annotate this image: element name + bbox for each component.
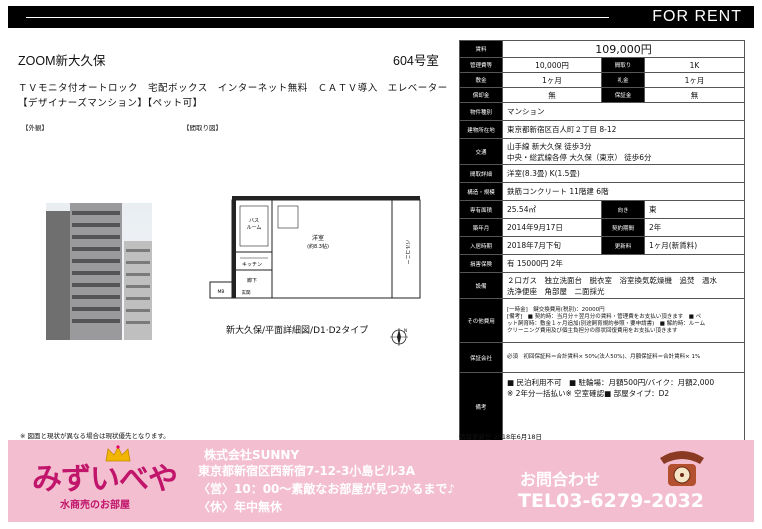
room-label-size: (約8.3帖)	[307, 243, 329, 250]
features-line-2: 【デザイナーズマンション】【ペット可】	[18, 98, 203, 109]
built-value: 2014年9月17日	[502, 218, 602, 237]
traffic-line-2: 中央・総武線各停 大久保（東京） 徒歩6分	[507, 152, 652, 162]
key-money-value: 1ヶ月	[643, 72, 746, 88]
direction-label: 向き	[601, 200, 645, 219]
address-value: 東京都新宿区百人町２丁目 8-12	[501, 120, 746, 139]
insurance-label: 損害保険	[459, 254, 503, 273]
deposit-label: 敷金	[459, 72, 503, 88]
floorplan-label: 【間取り図】	[183, 124, 222, 132]
guarantee-company-label: 保証会社	[459, 342, 503, 373]
renewal-value: 1ヶ月(新賃料)	[643, 236, 746, 255]
other-fees-label: その他費用	[459, 298, 503, 343]
movein-label: 入居時期	[459, 236, 503, 255]
room-label-mb: MB	[218, 289, 225, 295]
guarantee-company-value: 必須 初回保証料＝合計賃料× 50%(法人50%)、月額保証料＝合計賃料× 1%	[501, 342, 746, 373]
detail-label: 間取詳細	[459, 164, 503, 183]
type-value: マンション	[501, 102, 746, 121]
agency-banner: みずいべや 水商売のお部屋 株式会社SUNNY 東京都新宿区西新宿7-12-3小…	[8, 440, 754, 522]
header-bar: FOR RENT	[8, 6, 754, 28]
area-value: 25.54㎡	[502, 200, 602, 219]
other-fees-line-4: クリーニング費用及び個主負担分の原状回復費用をお支払い頂きます	[507, 327, 678, 334]
spec-table: 賃料 109,000円 管理費等 10,000円 間取り 1K 敷金 1ヶ月 礼…	[459, 40, 746, 442]
room-label-balcony: バルコニー	[404, 240, 410, 265]
amort-value: 無	[502, 87, 602, 103]
remarks-line-2: ※ 2年分一括払い※ 空室確認■ 部屋タイプ：D2	[507, 389, 670, 398]
mgmt-label: 管理費等	[459, 57, 503, 73]
room-label-kitchen: キッチン	[242, 262, 262, 268]
contract-label: 契約期間	[601, 218, 645, 237]
structure-label: 構造・規模	[459, 182, 503, 201]
company-address: 東京都新宿区西新宿7-12-3小島ビル3A	[198, 464, 415, 478]
floor-plan: 洋室 (約8.3帖) バス ルーム キッチン 廊下 MB 玄関 バルコニー	[209, 196, 421, 299]
disclaimer-note: ※ 図面と現状が異なる場合は現状優先となります。	[20, 432, 170, 440]
traffic-label: 交通	[459, 138, 503, 165]
for-rent-label: FOR RENT	[652, 8, 742, 25]
compass-icon: N	[390, 328, 408, 346]
type-label: 物件種別	[459, 102, 503, 121]
facility-line-2: 洗浄便座 角部屋 二面採光	[507, 286, 605, 296]
structure-value: 鉄筋コンクリート 11階建 6階	[501, 182, 746, 201]
other-fees-line-3: ット飼育時：敷金１ヶ月追加(別途飼育規約参照・要申請書) ■ 解約時：ルーム	[507, 320, 706, 327]
area-label: 専有面積	[459, 200, 503, 219]
floorplan-caption: 新大久保/平面詳細図/D1·D2タイプ	[226, 326, 369, 336]
room-label-genkan: 玄関	[242, 289, 251, 296]
key-money-label: 礼金	[601, 72, 645, 88]
address-label: 建物所在地	[459, 120, 503, 139]
mgmt-value: 10,000円	[502, 57, 602, 73]
company-name: 株式会社SUNNY	[204, 448, 300, 462]
facility-line-1: ２口ガス 独立洗面台 脱衣室 浴室換気乾燥機 追焚 温水	[507, 275, 717, 285]
agency-logo: みずいべや	[32, 462, 178, 497]
contract-value: 2年	[643, 218, 746, 237]
detail-value: 洋室(8.3畳) K(1.5畳)	[501, 164, 746, 183]
guarantee-value: 無	[643, 87, 746, 103]
facility-label: 設備	[459, 272, 503, 299]
telephone-icon	[660, 451, 704, 486]
traffic-line-1: 山手線 新大久保 徒歩3分	[507, 141, 592, 151]
contact-label: お問合わせ	[520, 470, 601, 489]
features-line-1: ＴＶモニタ付オートロック 宅配ボックス インターネット無料 ＣＡＴＶ導入 エレベ…	[18, 83, 448, 94]
room-label-youshitsu: 洋室	[312, 234, 324, 242]
holidays: 〈休〉年中無休	[198, 500, 283, 514]
movein-value: 2018年7月下旬	[502, 236, 602, 255]
renewal-label: 更新料	[601, 236, 645, 255]
other-fees-line-2: [備考] ■ 契約時：当月分＋翌月分の賃料・管理費をお支払い頂きます ■ ペ	[507, 313, 702, 320]
layout-value: 1K	[643, 57, 746, 73]
header-rule	[26, 17, 609, 18]
guarantee-label: 保証金	[601, 87, 645, 103]
built-label: 築年月	[459, 218, 503, 237]
exterior-label: 【外観】	[22, 124, 48, 132]
phone-number[interactable]: TEL03-6279-2032	[518, 490, 704, 512]
agency-logo-sub: 水商売のお部屋	[60, 500, 130, 511]
business-hours: 〈営〉10：00～素敵なお部屋が見つかるまで♪	[198, 482, 456, 496]
remarks-line-1: ■ 民泊利用不可 ■ 駐輪場：月額500円/バイク：月額2,000	[507, 378, 715, 387]
room-label-hall: 廊下	[247, 277, 257, 284]
rent-label: 賃料	[459, 40, 503, 58]
layout-label: 間取り	[601, 57, 645, 73]
rent-value: 109,000円	[501, 40, 746, 58]
deposit-value: 1ヶ月	[502, 72, 602, 88]
room-label-bath: バス	[249, 218, 259, 224]
other-fees-line-1: [一時金] 鍵交換費用(税別)：20000円	[507, 306, 605, 313]
insurance-value: 有 15000円 2年	[501, 254, 746, 273]
property-name: ZOOM新大久保	[18, 54, 106, 68]
amort-label: 償却金	[459, 87, 503, 103]
direction-value: 東	[643, 200, 746, 219]
room-number: 604号室	[393, 54, 439, 68]
room-label-bath2: ルーム	[247, 225, 262, 231]
building-photo	[46, 203, 152, 340]
svg-text:N: N	[404, 328, 407, 333]
